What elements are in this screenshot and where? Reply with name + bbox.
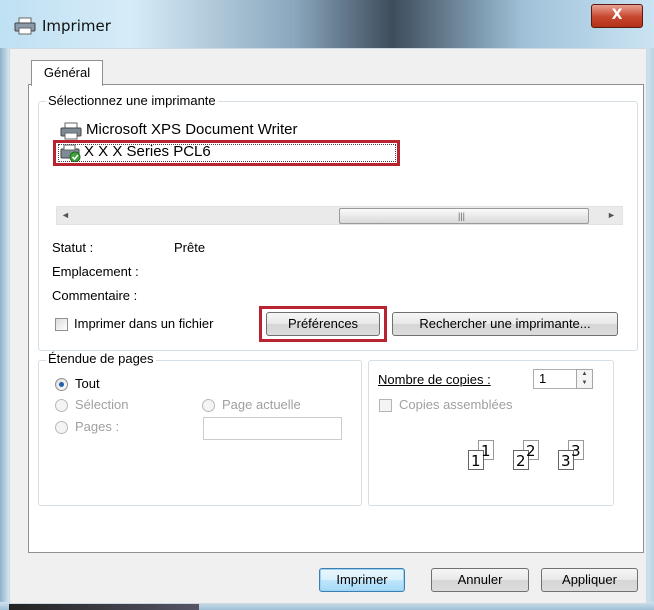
cancel-button[interactable]: Annuler bbox=[431, 568, 529, 592]
collate-page-number: 3 bbox=[571, 442, 581, 460]
apply-button[interactable]: Appliquer bbox=[541, 568, 638, 592]
collate-checkbox[interactable] bbox=[379, 399, 392, 412]
pages-input[interactable] bbox=[203, 417, 342, 440]
range-selection-radio[interactable] bbox=[55, 399, 68, 412]
find-printer-button[interactable]: Rechercher une imprimante... bbox=[392, 312, 618, 336]
collate-page-number: 1 bbox=[471, 452, 481, 470]
scroll-left-arrow-icon[interactable]: ◄ bbox=[57, 207, 74, 224]
spin-down-icon[interactable]: ▼ bbox=[577, 379, 592, 388]
copies-input[interactable]: 1 bbox=[533, 369, 577, 389]
collate-page-number: 1 bbox=[481, 442, 491, 460]
spin-up-icon[interactable]: ▲ bbox=[577, 370, 592, 379]
title-bar[interactable]: Imprimer X bbox=[0, 0, 654, 48]
range-pages-label[interactable]: Pages : bbox=[75, 419, 119, 434]
range-current-page-label[interactable]: Page actuelle bbox=[222, 397, 301, 412]
range-current-page-radio[interactable] bbox=[202, 399, 215, 412]
preferences-button[interactable]: Préférences bbox=[266, 312, 380, 336]
scrollbar-thumb[interactable]: ||| bbox=[339, 208, 589, 224]
print-button[interactable]: Imprimer bbox=[319, 568, 405, 592]
location-label: Emplacement : bbox=[52, 264, 139, 279]
range-all-radio[interactable] bbox=[55, 378, 68, 391]
copies-label: Nombre de copies : bbox=[378, 372, 491, 387]
horizontal-scrollbar[interactable]: ◄ ||| ► bbox=[56, 206, 623, 225]
printer-name-xps: Microsoft XPS Document Writer bbox=[86, 121, 298, 138]
status-label: Statut : bbox=[52, 240, 94, 255]
collate-illustration: 1 1 2 2 3 3 bbox=[460, 438, 600, 478]
comment-label: Commentaire : bbox=[52, 288, 138, 303]
printer-icon bbox=[14, 17, 36, 35]
close-button[interactable]: X bbox=[591, 4, 643, 28]
scroll-right-arrow-icon[interactable]: ► bbox=[603, 207, 620, 224]
printer-group-label: Sélectionnez une imprimante bbox=[46, 93, 218, 108]
copies-value: 1 bbox=[539, 371, 547, 386]
window-title: Imprimer bbox=[42, 17, 111, 35]
collate-page-number: 2 bbox=[516, 452, 526, 470]
collate-label[interactable]: Copies assemblées bbox=[399, 397, 512, 412]
range-pages-radio[interactable] bbox=[55, 421, 68, 434]
status-value: Prête bbox=[174, 240, 206, 255]
collate-page-number: 3 bbox=[561, 452, 571, 470]
print-to-file-checkbox[interactable] bbox=[55, 318, 68, 331]
window-left-border bbox=[0, 0, 9, 610]
print-dialog-window: Imprimer X Général Sélectionnez une impr… bbox=[0, 0, 654, 610]
range-selection-label[interactable]: Sélection bbox=[75, 397, 128, 412]
printer-icon bbox=[60, 122, 82, 140]
scroll-grip-icon: ||| bbox=[458, 211, 466, 221]
copies-spinner[interactable]: ▲ ▼ bbox=[576, 369, 593, 389]
page-range-label: Étendue de pages bbox=[46, 351, 156, 366]
print-to-file-label[interactable]: Imprimer dans un fichier bbox=[74, 316, 213, 331]
selected-printer-highlight bbox=[53, 140, 400, 166]
collate-page-number: 2 bbox=[526, 442, 536, 460]
tab-general[interactable]: Général bbox=[31, 60, 103, 86]
range-all-label[interactable]: Tout bbox=[75, 376, 100, 391]
